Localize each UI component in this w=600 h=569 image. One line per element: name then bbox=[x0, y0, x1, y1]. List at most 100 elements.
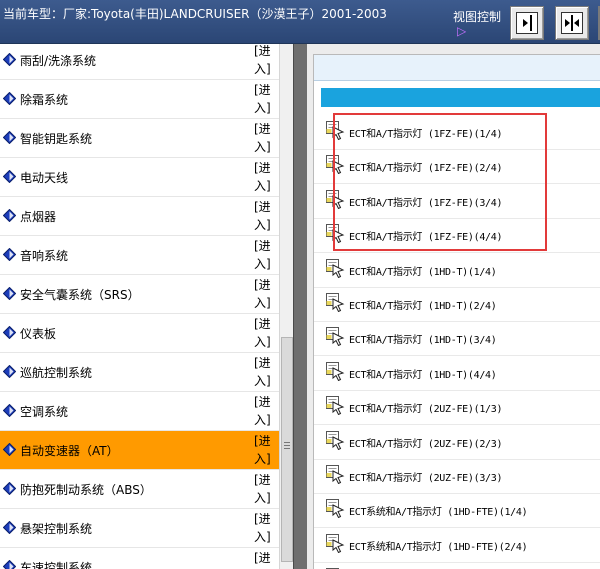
system-diamond-icon bbox=[2, 52, 17, 67]
sidebar-item-label: 雨刮/洗涤系统 bbox=[20, 54, 97, 68]
enter-link[interactable]: [进入] bbox=[254, 549, 274, 569]
document-link-label[interactable]: ECT和A/T指示灯 (1HD-T)(4/4) bbox=[349, 366, 497, 381]
enter-link[interactable]: [进入] bbox=[254, 44, 274, 78]
sidebar-item[interactable]: 音响系统 [进入] bbox=[0, 236, 279, 275]
document-link-icon bbox=[325, 361, 345, 381]
sidebar-item-label: 自动变速器（AT） bbox=[20, 444, 119, 458]
document-link-icon bbox=[325, 498, 345, 519]
sidebar-item[interactable]: 点烟器 [进入] bbox=[0, 197, 279, 236]
sidebar-item-label: 电动天线 bbox=[20, 171, 69, 185]
document-link-icon bbox=[325, 292, 345, 313]
system-diamond-icon bbox=[2, 286, 17, 301]
document-link-row[interactable]: ECT和A/T指示灯 (2UZ-FE)(3/3) bbox=[314, 460, 600, 494]
enter-link[interactable]: [进入] bbox=[254, 354, 274, 390]
document-link-label[interactable]: ECT系统和A/T指示灯 (1HD-FTE)(1/4) bbox=[349, 503, 528, 518]
document-link-label[interactable]: ECT和A/T指示灯 (2UZ-FE)(3/3) bbox=[349, 469, 503, 484]
document-link-row[interactable]: ECT和A/T指示灯 (1HD-T)(4/4) bbox=[314, 357, 600, 391]
document-link-label[interactable]: ECT和A/T指示灯 (1HD-T)(3/4) bbox=[349, 331, 497, 346]
sidebar-item-label: 悬架控制系统 bbox=[20, 522, 93, 536]
document-link-label[interactable]: ECT和A/T指示灯 (1HD-T)(2/4) bbox=[349, 297, 497, 312]
enter-link[interactable]: [进入] bbox=[254, 237, 274, 273]
sidebar-item[interactable]: 安全气囊系统（SRS） [进入] bbox=[0, 275, 279, 314]
sidebar-item-label: 防抱死制动系统（ABS） bbox=[20, 483, 152, 497]
document-link-row[interactable]: ECT和A/T指示灯 (1HD-T)(2/4) bbox=[314, 288, 600, 322]
enter-link[interactable]: [进入] bbox=[254, 81, 274, 117]
enter-link[interactable]: [进入] bbox=[254, 159, 274, 195]
sidebar-item-label: 除霜系统 bbox=[20, 93, 69, 107]
document-list-header bbox=[314, 55, 600, 81]
sidebar-item[interactable]: 雨刮/洗涤系统 [进入] bbox=[0, 44, 279, 80]
document-link-row[interactable]: ECT和A/T指示灯 (2UZ-FE)(1/3) bbox=[314, 391, 600, 426]
sidebar-item-label: 智能钥匙系统 bbox=[20, 132, 93, 146]
system-diamond-icon bbox=[2, 364, 17, 379]
sidebar-item-label: 安全气囊系统（SRS） bbox=[20, 288, 140, 302]
system-diamond-icon bbox=[2, 247, 17, 262]
sidebar-item-label: 点烟器 bbox=[20, 210, 57, 224]
system-diamond-icon bbox=[2, 442, 17, 457]
sidebar-item-label: 音响系统 bbox=[20, 249, 69, 263]
document-link-icon bbox=[325, 464, 345, 485]
sidebar-item[interactable]: 悬架控制系统 [进入] bbox=[0, 509, 279, 548]
system-list-panel: 雨刮/洗涤系统 [进入] 除霜系统 [进入] 智能钥匙系统 [进入] 电动天线 [进入] 点烟器… bbox=[0, 44, 279, 569]
enter-link[interactable]: [进入] bbox=[254, 393, 274, 429]
sidebar-item-label: 仪表板 bbox=[20, 327, 57, 341]
sidebar-item[interactable]: 车速控制系统 [进入] bbox=[0, 548, 279, 569]
enter-link[interactable]: [进入] bbox=[254, 120, 274, 156]
enter-link[interactable]: [进入] bbox=[254, 198, 274, 234]
sidebar-item[interactable]: 自动变速器（AT） [进入] bbox=[0, 431, 279, 470]
scrollbar-grip-icon bbox=[284, 442, 290, 443]
system-diamond-icon bbox=[2, 208, 17, 223]
system-diamond-icon bbox=[2, 130, 17, 145]
document-link-icon bbox=[325, 258, 345, 278]
panel-split-icon bbox=[561, 12, 583, 34]
sidebar-item[interactable]: 空调系统 [进入] bbox=[0, 392, 279, 431]
sidebar-item[interactable]: 仪表板 [进入] bbox=[0, 314, 279, 353]
document-link-icon bbox=[325, 430, 345, 450]
sidebar-item[interactable]: 除霜系统 [进入] bbox=[0, 80, 279, 119]
enter-link[interactable]: [进入] bbox=[254, 276, 274, 312]
sidebar-item[interactable]: 防抱死制动系统（ABS） [进入] bbox=[0, 470, 279, 509]
system-diamond-icon bbox=[2, 559, 17, 569]
left-panel-scrollbar[interactable] bbox=[279, 44, 293, 569]
view-control-arrow-icon: ▷ bbox=[457, 24, 467, 38]
document-link-row[interactable]: ECT和A/T指示灯 (1HD-T)(1/4) bbox=[314, 254, 600, 288]
document-link-label[interactable]: ECT和A/T指示灯 (2UZ-FE)(2/3) bbox=[349, 435, 503, 450]
document-link-row[interactable]: ECT和A/T指示灯 (2UZ-FE)(2/3) bbox=[314, 426, 600, 460]
scrollbar-thumb[interactable] bbox=[281, 337, 293, 562]
sidebar-item[interactable]: 电动天线 [进入] bbox=[0, 158, 279, 197]
document-link-label[interactable]: ECT系统和A/T指示灯 (1HD-FTE)(2/4) bbox=[349, 538, 528, 553]
current-vehicle-title: 当前车型：厂家:Toyota(丰田)LANDCRUISER（沙漠王子）2001-… bbox=[3, 7, 387, 21]
split-view-button[interactable] bbox=[555, 6, 589, 40]
sidebar-item[interactable]: 智能钥匙系统 [进入] bbox=[0, 119, 279, 158]
document-link-row[interactable]: ECT系统和A/T指示灯 (1HD-FTE)(1/4) bbox=[314, 494, 600, 529]
document-link-icon bbox=[325, 326, 345, 347]
collapse-left-panel-button[interactable] bbox=[510, 6, 544, 40]
system-diamond-icon bbox=[2, 169, 17, 184]
panel-right-icon bbox=[516, 12, 538, 34]
document-link-icon bbox=[325, 395, 345, 416]
panel-splitter[interactable] bbox=[293, 44, 307, 569]
system-diamond-icon bbox=[2, 325, 17, 340]
enter-link[interactable]: [进入] bbox=[254, 432, 274, 468]
system-diamond-icon bbox=[2, 481, 17, 496]
system-diamond-icon bbox=[2, 403, 17, 418]
sidebar-item-label: 空调系统 bbox=[20, 405, 69, 419]
sidebar-item-label: 巡航控制系统 bbox=[20, 366, 93, 380]
document-list-category-bar bbox=[321, 88, 600, 107]
enter-link[interactable]: [进入] bbox=[254, 510, 274, 546]
document-link-row[interactable]: ECT和A/T指示灯 (1HD-T)(3/4) bbox=[314, 322, 600, 357]
highlight-annotation-box bbox=[333, 113, 547, 251]
system-diamond-icon bbox=[2, 520, 17, 535]
document-link-row[interactable]: ECT系统和A/T指示灯 (1HD-FTE)(2/4) bbox=[314, 529, 600, 563]
document-link-icon bbox=[325, 533, 345, 553]
system-diamond-icon bbox=[2, 91, 17, 106]
enter-link[interactable]: [进入] bbox=[254, 471, 274, 507]
view-control-label: 视图控制 bbox=[453, 10, 502, 24]
enter-link[interactable]: [进入] bbox=[254, 315, 274, 351]
document-link-row[interactable] bbox=[314, 563, 600, 569]
document-link-label[interactable]: ECT和A/T指示灯 (1HD-T)(1/4) bbox=[349, 263, 497, 278]
sidebar-item[interactable]: 巡航控制系统 [进入] bbox=[0, 353, 279, 392]
top-header-bar: 当前车型：厂家:Toyota(丰田)LANDCRUISER（沙漠王子）2001-… bbox=[0, 0, 600, 44]
document-link-label[interactable]: ECT和A/T指示灯 (2UZ-FE)(1/3) bbox=[349, 400, 503, 415]
sidebar-item-label: 车速控制系统 bbox=[20, 561, 93, 569]
